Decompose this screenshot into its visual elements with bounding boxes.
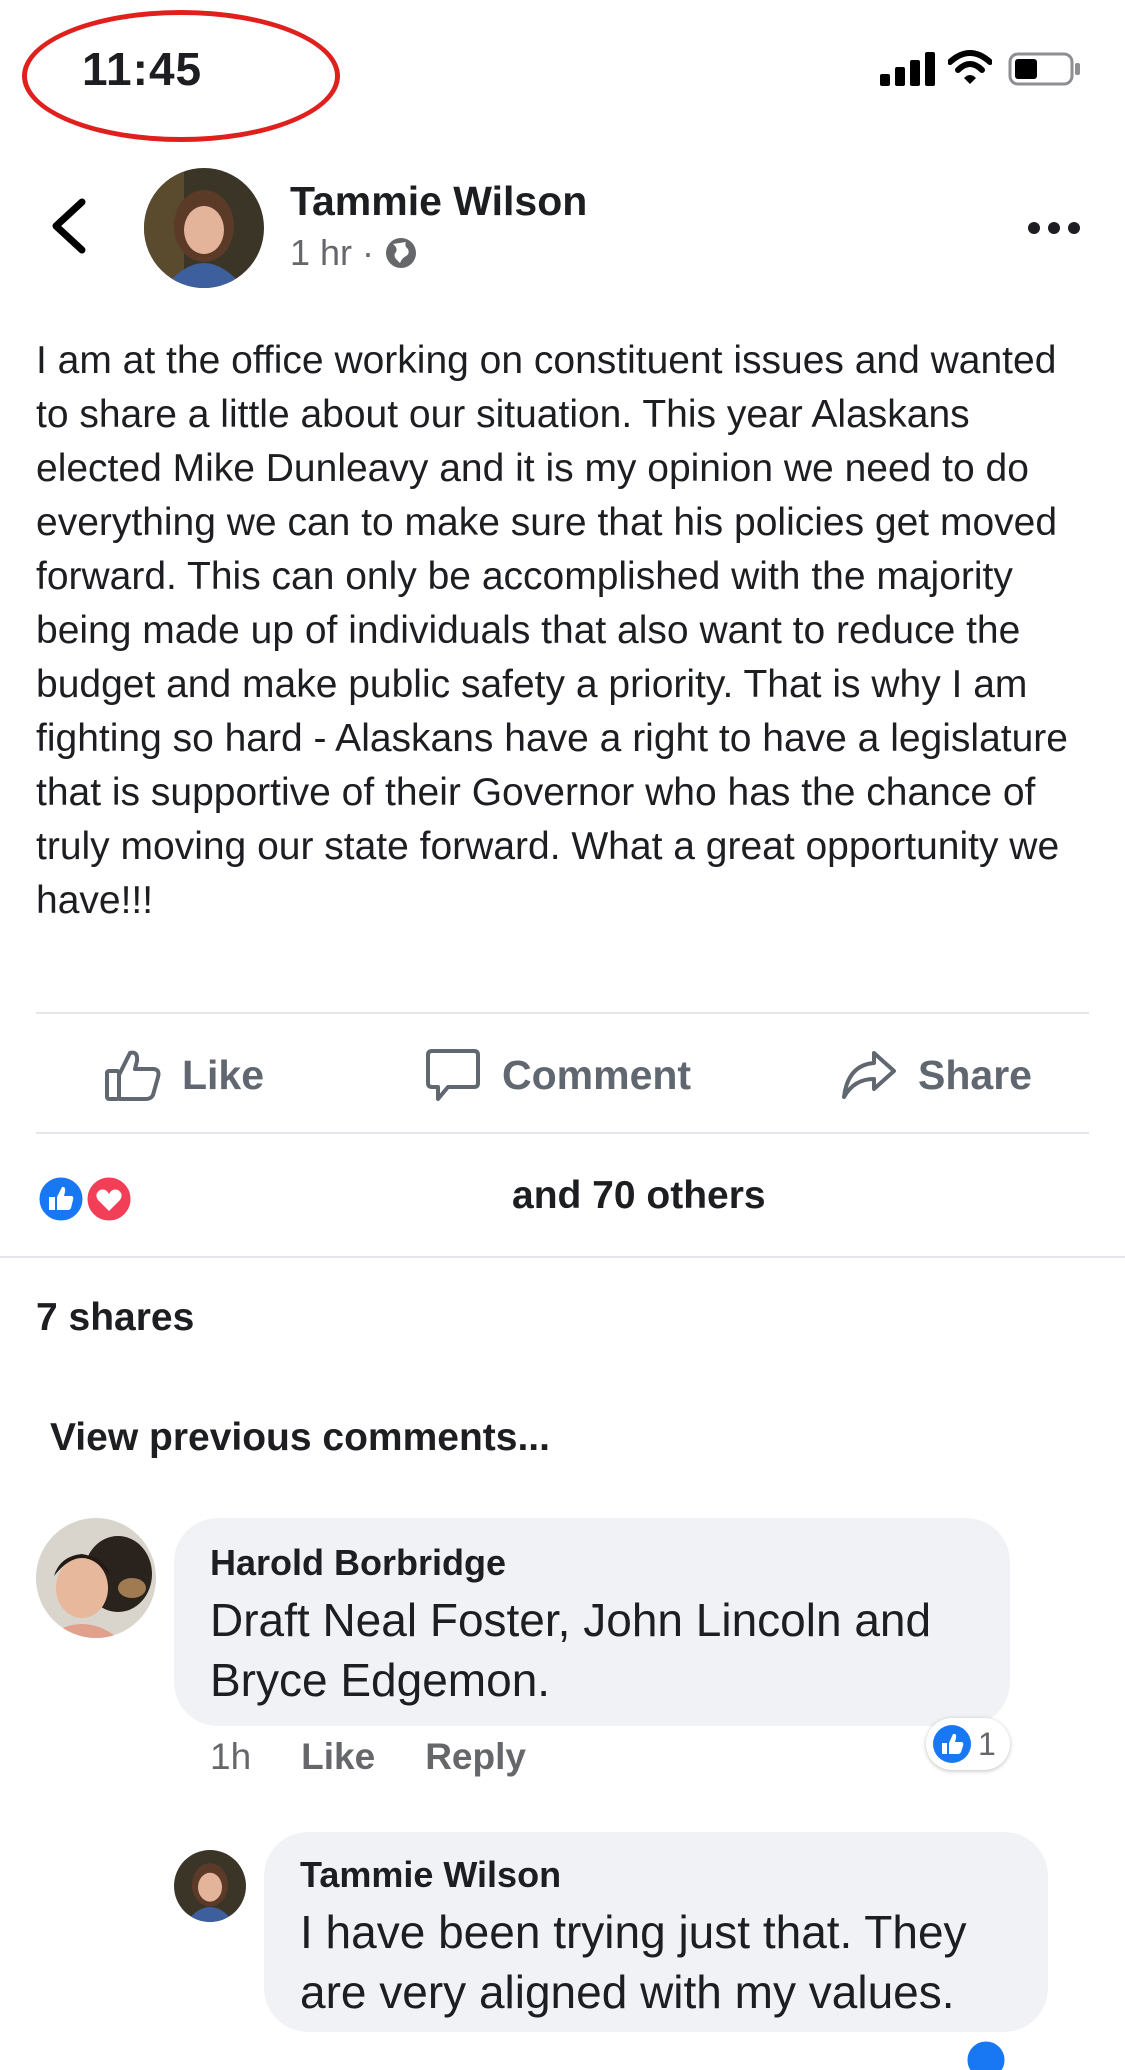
reactions-summary-icons[interactable] [36, 1174, 136, 1224]
comment-button[interactable]: Comment [424, 1042, 691, 1108]
post-meta: 1 hr · [290, 232, 418, 274]
like-label: Like [182, 1051, 265, 1098]
reply-reaction-badge[interactable] [954, 2030, 1044, 2070]
view-previous-comments-link[interactable]: View previous comments... [50, 1416, 550, 1460]
back-chevron-icon[interactable] [44, 196, 94, 256]
comment-text: Draft Neal Foster, John Lincoln and Bryc… [210, 1594, 932, 1706]
shares-count[interactable]: 7 shares [36, 1296, 194, 1340]
like-reaction-icon [36, 1174, 86, 1224]
meta-separator: · [362, 232, 375, 273]
globe-icon [386, 238, 417, 268]
reply-text: I have been trying just that. They are v… [300, 1906, 967, 2018]
like-reaction-icon [933, 1725, 971, 1763]
more-dots-icon[interactable] [1024, 208, 1084, 248]
share-button[interactable]: Share [840, 1042, 1032, 1108]
comment-bubble-icon [426, 1049, 480, 1101]
divider [36, 1012, 1089, 1014]
comment-label: Comment [502, 1051, 692, 1098]
signal-icon [880, 52, 935, 86]
commenter-name[interactable]: Harold Borbridge [210, 1542, 974, 1584]
love-reaction-icon [84, 1174, 134, 1224]
section-divider [0, 1256, 1125, 1258]
post-time[interactable]: 1 hr [290, 232, 352, 274]
author-avatar[interactable] [144, 168, 264, 288]
post-text: I am at the office working on constituen… [36, 339, 1068, 922]
comment-like-link[interactable]: Like [301, 1736, 375, 1778]
reaction-count: 1 [978, 1725, 996, 1762]
reply-author-name[interactable]: Tammie Wilson [300, 1854, 1012, 1896]
author-name[interactable]: Tammie Wilson [290, 178, 587, 225]
reply-author-avatar[interactable] [174, 1850, 246, 1922]
reply-bubble: Tammie Wilson I have been trying just th… [264, 1832, 1048, 2032]
thumbs-up-icon [105, 1050, 161, 1101]
comment-time: 1h [210, 1736, 252, 1777]
battery-icon [1008, 52, 1080, 86]
commenter-avatar[interactable] [36, 1518, 156, 1638]
red-annotation-circle [22, 10, 340, 142]
like-button[interactable]: Like [104, 1042, 264, 1108]
comment-reply-link[interactable]: Reply [425, 1736, 526, 1778]
share-label: Share [918, 1051, 1032, 1098]
comment-bubble: Harold Borbridge Draft Neal Foster, John… [174, 1518, 1010, 1726]
wifi-icon [948, 50, 992, 84]
divider [36, 1132, 1089, 1134]
share-arrow-icon [842, 1051, 896, 1099]
comment-actions: 1h Like Reply [210, 1736, 526, 1778]
reactions-summary-text[interactable]: and 70 others [512, 1174, 766, 1218]
comment-reaction-count[interactable]: 1 [926, 1718, 1010, 1770]
